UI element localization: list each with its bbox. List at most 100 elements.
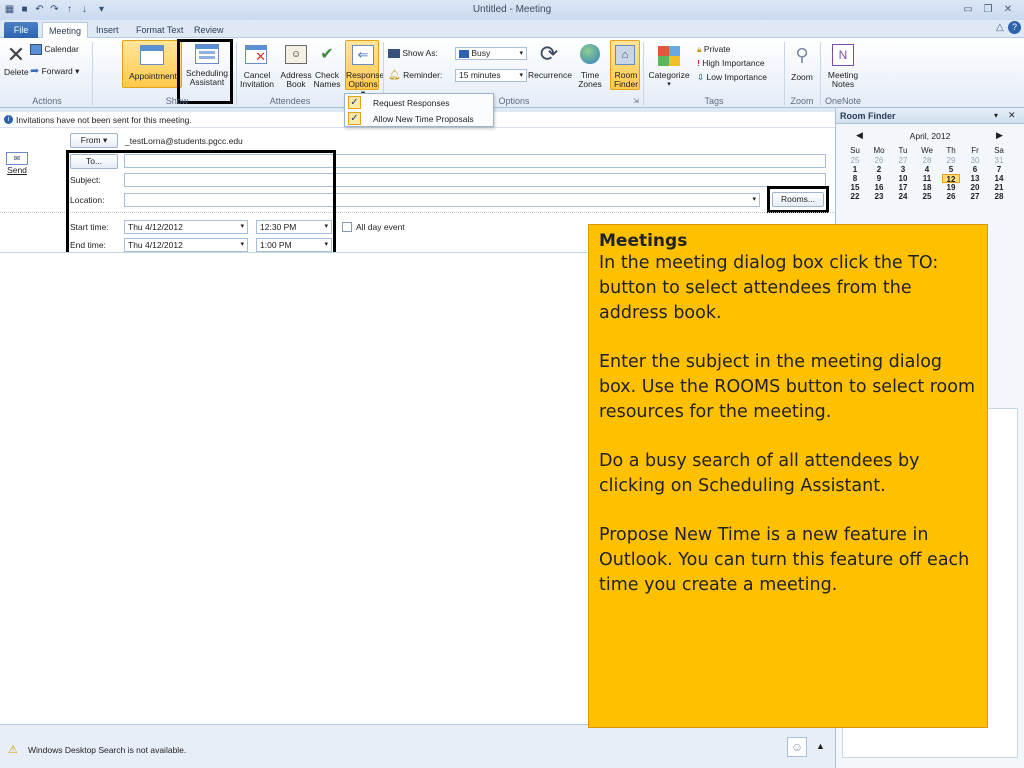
- response-options-button[interactable]: ⇐ Response Options ▾: [345, 40, 384, 98]
- private-button[interactable]: 🔒︎ Private: [697, 44, 730, 54]
- check-names-button[interactable]: ✔ Check Names: [312, 40, 342, 90]
- calendar-day[interactable]: 4: [918, 165, 936, 174]
- calendar-day[interactable]: 22: [846, 192, 864, 201]
- calendar-weekday: Th: [946, 146, 956, 155]
- reminder-label: 🔔︎ Reminder:: [388, 70, 443, 81]
- calendar-day[interactable]: 27: [966, 192, 984, 201]
- calendar-day[interactable]: 1: [846, 165, 864, 174]
- reminder-select[interactable]: 15 minutes ▾: [455, 69, 527, 82]
- meeting-notes-button[interactable]: N Meeting Notes: [823, 40, 863, 90]
- ribbon-separator: [820, 42, 821, 106]
- calendar-day[interactable]: 8: [846, 174, 864, 183]
- calendar-day[interactable]: 31: [990, 156, 1008, 165]
- forward-button[interactable]: ➦ Forward ▾: [30, 66, 90, 77]
- address-book-button[interactable]: ☺ Address Book: [280, 40, 312, 90]
- calendar-day[interactable]: 6: [966, 165, 984, 174]
- calendar-day[interactable]: 28: [918, 156, 936, 165]
- dialog-launcher-icon[interactable]: ⇲: [633, 97, 639, 105]
- calendar-day[interactable]: 7: [990, 165, 1008, 174]
- magnifier-icon: ⚲: [795, 45, 809, 65]
- calendar-day[interactable]: 23: [870, 192, 888, 201]
- scheduling-highlight-box: [177, 39, 233, 104]
- tags-group-label: Tags: [704, 96, 724, 106]
- calendar-day[interactable]: 24: [894, 192, 912, 201]
- pane-menu-icon[interactable]: ▾: [994, 111, 998, 120]
- callout-paragraph: Do a busy search of all attendees by cli…: [599, 451, 920, 496]
- from-button[interactable]: From ▾: [70, 133, 118, 148]
- calendar-day[interactable]: 18: [918, 183, 936, 192]
- delete-button[interactable]: ✕ Delete: [4, 44, 29, 77]
- calendar-day[interactable]: 11: [918, 174, 936, 183]
- calendar-day[interactable]: 17: [894, 183, 912, 192]
- info-text: Invitations have not been sent for this …: [16, 115, 192, 125]
- calendar-day[interactable]: 21: [990, 183, 1008, 192]
- calendar-day[interactable]: 5: [942, 165, 960, 174]
- show-as-select[interactable]: Busy ▾: [455, 47, 527, 60]
- actions-group-label: Actions: [32, 96, 62, 106]
- calendar-day[interactable]: 25: [918, 192, 936, 201]
- high-importance-button[interactable]: ! High Importance: [697, 58, 765, 68]
- allow-new-time-label: Allow New Time Proposals: [373, 114, 474, 124]
- calendar-day[interactable]: 9: [870, 174, 888, 183]
- calendar-day[interactable]: 2: [870, 165, 888, 174]
- calendar-day[interactable]: 25: [846, 156, 864, 165]
- calendar-day[interactable]: 29: [942, 156, 960, 165]
- calendar-day[interactable]: 26: [870, 156, 888, 165]
- tab-insert[interactable]: Insert: [90, 22, 125, 38]
- appointment-label: Appointment: [129, 71, 177, 81]
- categorize-button[interactable]: Categorize ▾: [646, 40, 692, 90]
- calendar-day[interactable]: 12: [942, 174, 960, 184]
- room-finder-button[interactable]: ⌂ Room Finder: [610, 40, 640, 90]
- calendar-day[interactable]: 16: [870, 183, 888, 192]
- zoom-group-label: Zoom: [790, 96, 814, 106]
- tab-format-text[interactable]: Format Text: [130, 22, 189, 38]
- tab-file[interactable]: File: [4, 22, 38, 38]
- appointment-button[interactable]: Appointment: [122, 40, 182, 88]
- low-importance-button[interactable]: ⇩ Low Importance: [697, 72, 767, 82]
- globe-icon: [580, 44, 600, 64]
- zoom-button[interactable]: ⚲ Zoom: [787, 40, 817, 90]
- minimize-ribbon-icon[interactable]: △: [996, 22, 1004, 33]
- person-icon[interactable]: ☺: [787, 737, 807, 757]
- tab-meeting[interactable]: Meeting: [42, 22, 89, 38]
- restore-icon[interactable]: ❐: [978, 2, 998, 17]
- recurrence-button[interactable]: ⟳ Recurrence: [528, 40, 572, 90]
- exclamation-icon: !: [697, 58, 700, 68]
- next-month-icon[interactable]: ▶: [996, 130, 1003, 141]
- send-button[interactable]: ✉ Send: [3, 150, 31, 180]
- calendar-button[interactable]: Calendar: [30, 44, 90, 56]
- calendar-day[interactable]: 13: [966, 174, 984, 183]
- time-zones-button[interactable]: Time Zones: [572, 40, 608, 90]
- calendar-day[interactable]: 20: [966, 183, 984, 192]
- expand-icon[interactable]: ▲: [816, 741, 825, 751]
- window-title: Untitled - Meeting: [472, 4, 552, 15]
- request-responses-item[interactable]: ✓ Request Responses: [347, 96, 492, 110]
- help-icon[interactable]: ?: [1008, 21, 1021, 34]
- calendar-day[interactable]: 14: [990, 174, 1008, 183]
- calendar-day[interactable]: 30: [966, 156, 984, 165]
- warning-icon: ⚠: [8, 744, 18, 756]
- close-icon[interactable]: ✕: [998, 2, 1018, 17]
- calendar-weekday: Tu: [898, 146, 908, 155]
- pane-close-icon[interactable]: ✕: [1008, 110, 1016, 121]
- callout-paragraph: In the meeting dialog box click the TO: …: [599, 253, 939, 323]
- calendar-day[interactable]: 3: [894, 165, 912, 174]
- ribbon-separator: [643, 42, 644, 106]
- allow-new-time-item[interactable]: ✓ Allow New Time Proposals: [347, 112, 492, 126]
- calendar-day[interactable]: 27: [894, 156, 912, 165]
- cancel-invitation-button[interactable]: ✕ Cancel Invitation: [236, 40, 278, 90]
- minimize-icon[interactable]: ▭: [958, 2, 978, 17]
- from-value: _testLorna@students.pgcc.edu: [125, 136, 243, 146]
- chevron-down-icon: ▾: [519, 50, 523, 57]
- tab-review[interactable]: Review: [188, 22, 230, 38]
- calendar-day[interactable]: 19: [942, 183, 960, 192]
- calendar-day[interactable]: 10: [894, 174, 912, 183]
- cancel-invitation-icon: ✕: [245, 45, 267, 64]
- categorize-icon: [658, 46, 680, 66]
- callout-paragraph: Propose New Time is a new feature in Out…: [599, 525, 970, 595]
- calendar-day[interactable]: 15: [846, 183, 864, 192]
- all-day-checkbox[interactable]: [342, 222, 352, 232]
- calendar-day[interactable]: 26: [942, 192, 960, 201]
- send-label: Send: [7, 165, 27, 175]
- calendar-day[interactable]: 28: [990, 192, 1008, 201]
